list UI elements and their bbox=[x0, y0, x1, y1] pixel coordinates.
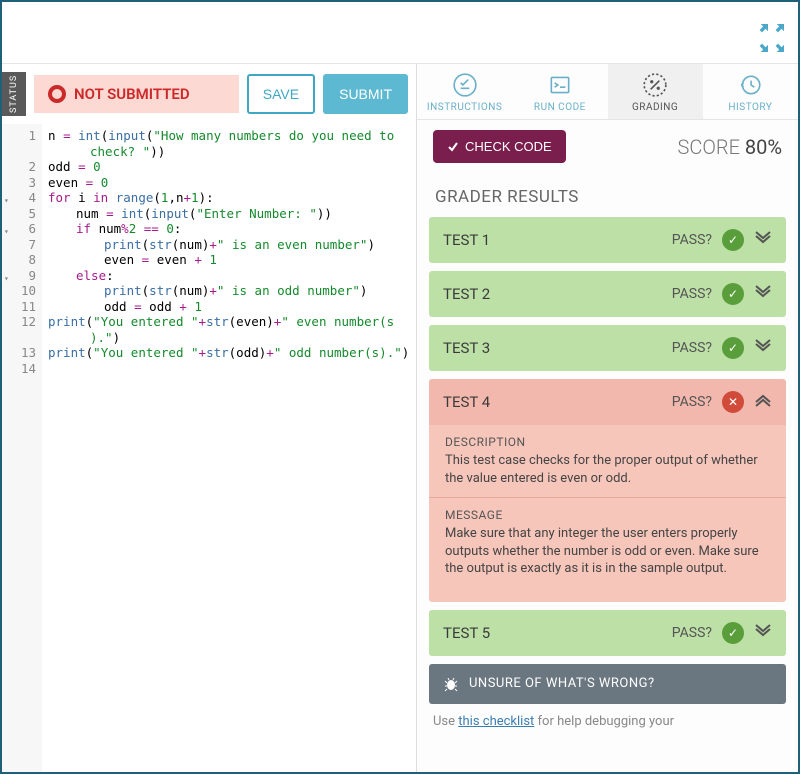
pass-icon: ✓ bbox=[722, 283, 744, 305]
tab-grading[interactable]: GRADING bbox=[608, 64, 703, 119]
test-row[interactable]: TEST 1PASS? ✓ bbox=[429, 217, 786, 263]
save-button[interactable]: SAVE bbox=[247, 74, 315, 114]
test-name: TEST 1 bbox=[443, 231, 672, 249]
unsure-banner[interactable]: UNSURE OF WHAT'S WRONG? bbox=[429, 664, 786, 704]
pass-label: PASS? bbox=[672, 625, 712, 641]
terminal-icon bbox=[547, 72, 573, 98]
hint-text: Use this checklist for help debugging yo… bbox=[429, 704, 786, 729]
top-bar bbox=[2, 2, 798, 64]
code-area[interactable]: n = int(input("How many numbers do you n… bbox=[42, 124, 416, 772]
pass-label: PASS? bbox=[672, 232, 712, 248]
test-name: TEST 4 bbox=[443, 393, 672, 411]
line-gutter: 1234▾56▾789▾1011121314 bbox=[2, 124, 42, 772]
pass-label: PASS? bbox=[672, 394, 712, 410]
right-pane: INSTRUCTIONS RUN CODE GRADING HISTORY bbox=[417, 64, 798, 772]
fullscreen-icon[interactable] bbox=[756, 24, 784, 52]
history-icon bbox=[737, 72, 763, 98]
chevron-down-icon[interactable] bbox=[754, 285, 772, 303]
test-row[interactable]: TEST 5PASS? ✓ bbox=[429, 610, 786, 656]
pass-label: PASS? bbox=[672, 286, 712, 302]
score-display: SCORE 80% bbox=[678, 135, 782, 159]
chevron-down-icon[interactable] bbox=[754, 231, 772, 249]
grader-results: GRADER RESULTS TEST 1PASS?✓TEST 2PASS?✓T… bbox=[417, 173, 798, 772]
percent-icon bbox=[642, 72, 668, 98]
not-submitted-icon bbox=[48, 85, 66, 103]
check-icon bbox=[447, 141, 459, 153]
status-tab[interactable]: STATUS bbox=[2, 72, 26, 116]
pass-label: PASS? bbox=[672, 340, 712, 356]
results-heading: GRADER RESULTS bbox=[435, 187, 780, 207]
checklist-icon bbox=[452, 72, 478, 98]
tab-run-code[interactable]: RUN CODE bbox=[512, 64, 607, 119]
code-editor[interactable]: 1234▾56▾789▾1011121314 n = int(input("Ho… bbox=[2, 124, 416, 772]
pass-icon: ✓ bbox=[722, 229, 744, 251]
test-name: TEST 2 bbox=[443, 285, 672, 303]
test-name: TEST 5 bbox=[443, 624, 672, 642]
tab-instructions[interactable]: INSTRUCTIONS bbox=[417, 64, 512, 119]
submission-status-label: NOT SUBMITTED bbox=[74, 85, 190, 103]
chevron-down-icon[interactable] bbox=[754, 624, 772, 642]
checklist-link[interactable]: this checklist bbox=[458, 714, 534, 729]
chevron-down-icon[interactable] bbox=[754, 339, 772, 357]
fail-icon: ✕ bbox=[722, 391, 744, 413]
tab-bar: INSTRUCTIONS RUN CODE GRADING HISTORY bbox=[417, 64, 798, 120]
check-code-button[interactable]: CHECK CODE bbox=[433, 130, 566, 163]
submit-button[interactable]: SUBMIT bbox=[323, 74, 408, 114]
editor-pane: STATUS NOT SUBMITTED SAVE SUBMIT 1234▾56… bbox=[2, 64, 417, 772]
test-row[interactable]: TEST 3PASS? ✓ bbox=[429, 325, 786, 371]
pass-icon: ✓ bbox=[722, 337, 744, 359]
test-row[interactable]: TEST 4PASS?✕DESCRIPTIONThis test case ch… bbox=[429, 379, 786, 602]
bug-icon bbox=[443, 676, 459, 692]
pass-icon: ✓ bbox=[722, 622, 744, 644]
test-name: TEST 3 bbox=[443, 339, 672, 357]
submission-status: NOT SUBMITTED bbox=[34, 75, 239, 113]
test-row[interactable]: TEST 2PASS? ✓ bbox=[429, 271, 786, 317]
tab-history[interactable]: HISTORY bbox=[703, 64, 798, 119]
chevron-up-icon[interactable] bbox=[754, 393, 772, 411]
